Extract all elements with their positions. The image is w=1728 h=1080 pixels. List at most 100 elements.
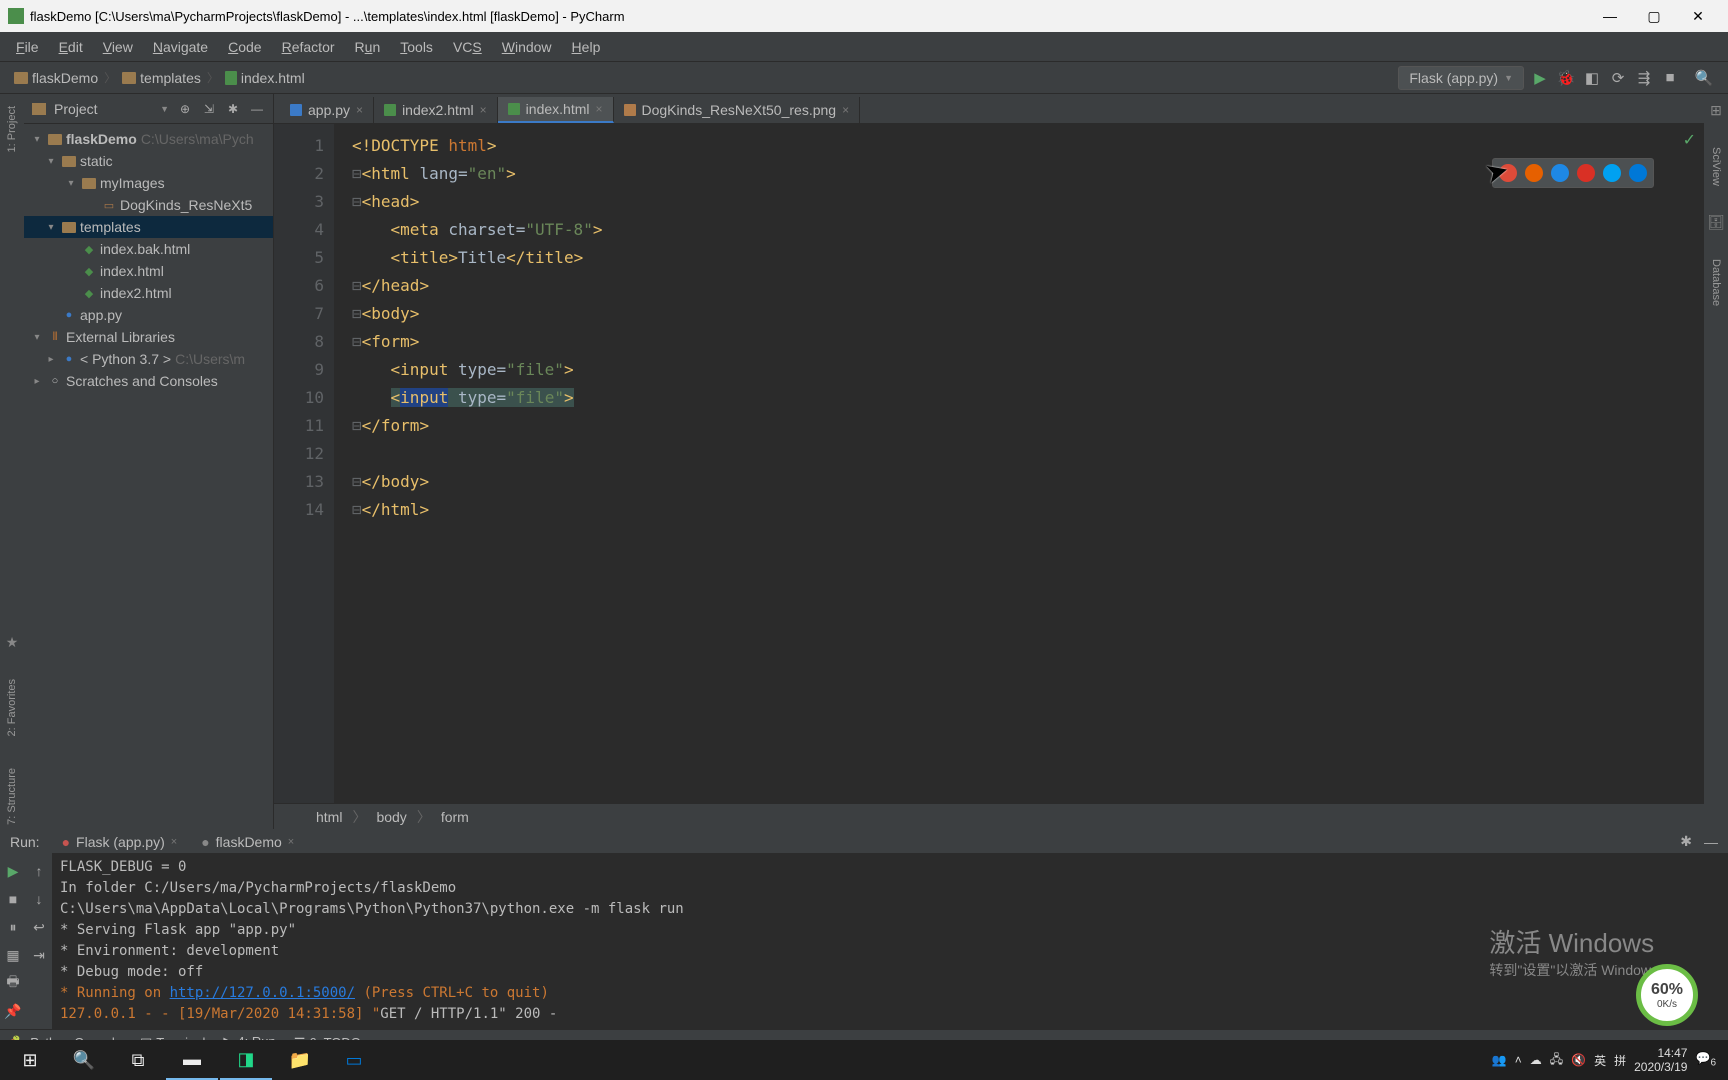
close-button[interactable]: ✕	[1676, 0, 1720, 32]
tree-row[interactable]: ●app.py	[24, 304, 273, 326]
gutter[interactable]: 1234567891011121314	[274, 124, 334, 803]
layout-icon[interactable]: ▦	[3, 947, 23, 964]
scroll-up-icon[interactable]: ↑	[29, 863, 49, 879]
close-icon[interactable]: ×	[842, 103, 849, 117]
close-icon[interactable]: ×	[171, 836, 177, 848]
menu-window[interactable]: Window	[494, 36, 560, 58]
scroll-down-icon[interactable]: ↓	[29, 891, 49, 907]
ie-icon[interactable]	[1603, 164, 1621, 182]
attach-button[interactable]: ⇶	[1634, 68, 1654, 88]
inspection-ok-icon[interactable]: ✓	[1683, 130, 1696, 150]
menu-run[interactable]: Run	[347, 36, 389, 58]
tray-up-icon[interactable]: ˄	[1515, 1053, 1522, 1067]
chevron-down-icon[interactable]: ▼	[160, 104, 169, 114]
tree-row[interactable]: ▸●< Python 3.7 > C:\Users\m	[24, 348, 273, 370]
editor-tab[interactable]: index.html×	[498, 97, 614, 123]
menu-file[interactable]: File	[8, 36, 47, 58]
clock[interactable]: 14:472020/3/19	[1634, 1046, 1687, 1074]
database-icon[interactable]: 🗄	[1707, 214, 1725, 231]
server-url-link[interactable]: http://127.0.0.1:5000/	[170, 985, 355, 1001]
search-button[interactable]: 🔍	[58, 1040, 110, 1080]
menu-edit[interactable]: Edit	[51, 36, 91, 58]
crumb-form[interactable]: form	[441, 809, 469, 825]
start-button[interactable]: ⊞	[4, 1040, 56, 1080]
tree-row[interactable]: ▭DogKinds_ResNeXt5	[24, 194, 273, 216]
close-icon[interactable]: ×	[356, 103, 363, 117]
soft-wrap-icon[interactable]: ↩	[29, 919, 49, 936]
task-view-button[interactable]: ⧉	[112, 1040, 164, 1080]
pause-button[interactable]: ⏸	[3, 919, 23, 936]
locate-icon[interactable]: ⊕	[177, 102, 193, 116]
tree-row[interactable]: ▸○Scratches and Consoles	[24, 370, 273, 392]
tree-row[interactable]: ▾flaskDemo C:\Users\ma\Pych	[24, 128, 273, 150]
debug-button[interactable]: 🐞	[1556, 68, 1576, 88]
menu-vcs[interactable]: VCS	[445, 36, 490, 58]
minimize-button[interactable]: —	[1588, 0, 1632, 32]
menu-tools[interactable]: Tools	[392, 36, 441, 58]
tree-row[interactable]: ▾myImages	[24, 172, 273, 194]
pin-icon[interactable]: 📌	[3, 1003, 23, 1020]
editor-tab[interactable]: index2.html×	[374, 97, 498, 123]
menu-code[interactable]: Code	[220, 36, 269, 58]
stop-button[interactable]: ■	[3, 891, 23, 907]
hide-icon[interactable]: —	[1704, 834, 1718, 850]
ime-indicator[interactable]: 英	[1594, 1052, 1606, 1069]
menu-help[interactable]: Help	[564, 36, 609, 58]
project-tree[interactable]: ▾flaskDemo C:\Users\ma\Pych▾static▾myIma…	[24, 124, 273, 829]
terminal-taskbar-icon[interactable]: ▬	[166, 1040, 218, 1080]
rerun-button[interactable]: ▶	[3, 863, 23, 880]
breadcrumb-file[interactable]: index.html	[225, 70, 305, 86]
close-icon[interactable]: ×	[480, 103, 487, 117]
tool-tab-project[interactable]: 1: Project	[4, 102, 20, 156]
hide-icon[interactable]: —	[249, 102, 265, 116]
gear-icon[interactable]: ✱	[1680, 833, 1692, 850]
crumb-body[interactable]: body	[376, 809, 406, 825]
people-icon[interactable]: 👥	[1492, 1053, 1507, 1067]
project-panel-title[interactable]: Project	[54, 101, 152, 117]
menu-navigate[interactable]: Navigate	[145, 36, 216, 58]
tree-row[interactable]: ◆index2.html	[24, 282, 273, 304]
console-output[interactable]: FLASK_DEBUG = 0In folder C:/Users/ma/Pyc…	[52, 853, 1728, 1029]
onedrive-icon[interactable]: ☁	[1530, 1053, 1542, 1067]
breadcrumb-root[interactable]: flaskDemo	[14, 70, 98, 86]
chrome-icon[interactable]	[1499, 164, 1517, 182]
coverage-button[interactable]: ◧	[1582, 68, 1602, 88]
close-icon[interactable]: ×	[595, 102, 602, 116]
safari-icon[interactable]	[1551, 164, 1569, 182]
tree-row[interactable]: ◆index.html	[24, 260, 273, 282]
menu-view[interactable]: View	[95, 36, 141, 58]
run-tab-flaskdemo[interactable]: ●flaskDemo×	[191, 832, 304, 852]
tool-tab-sciview[interactable]: SciView	[1708, 143, 1724, 190]
print-icon[interactable]: 🖶	[3, 971, 23, 995]
close-icon[interactable]: ×	[288, 836, 294, 848]
crumb-html[interactable]: html	[316, 809, 342, 825]
opera-icon[interactable]	[1577, 164, 1595, 182]
tool-tab-structure[interactable]: 7: Structure	[4, 764, 20, 829]
keyboard-indicator[interactable]: 拼	[1614, 1052, 1626, 1069]
tree-row[interactable]: ▾templates	[24, 216, 273, 238]
collapse-icon[interactable]: ⇲	[201, 102, 217, 116]
run-tab-flask[interactable]: ●Flask (app.py)×	[52, 832, 188, 852]
network-icon[interactable]: 🖧	[1550, 1050, 1563, 1071]
firefox-icon[interactable]	[1525, 164, 1543, 182]
grid-icon[interactable]: ⊞	[1710, 102, 1722, 119]
code-area[interactable]: <!DOCTYPE html> ⊟<html lang="en"> ⊟<head…	[334, 124, 1704, 803]
tree-row[interactable]: ◆index.bak.html	[24, 238, 273, 260]
tree-row[interactable]: ▾⫴External Libraries	[24, 326, 273, 348]
gear-icon[interactable]: ✱	[225, 102, 241, 116]
volume-icon[interactable]: 🔇	[1571, 1053, 1586, 1067]
edge-taskbar-icon[interactable]: ▭	[328, 1040, 380, 1080]
pycharm-taskbar-icon[interactable]: ◨	[220, 1040, 272, 1080]
bookmark-icon[interactable]: ★	[6, 634, 19, 651]
edge-icon[interactable]	[1629, 164, 1647, 182]
editor-tab[interactable]: DogKinds_ResNeXt50_res.png×	[614, 97, 861, 123]
maximize-button[interactable]: ▢	[1632, 0, 1676, 32]
menu-refactor[interactable]: Refactor	[274, 36, 343, 58]
search-everywhere-button[interactable]: 🔍	[1694, 68, 1714, 88]
notification-center[interactable]: 💬6	[1695, 1051, 1716, 1068]
editor-tab[interactable]: app.py×	[280, 97, 374, 123]
stop-button[interactable]: ■	[1660, 68, 1680, 88]
scroll-end-icon[interactable]: ⇥	[29, 947, 49, 964]
run-configuration-selector[interactable]: Flask (app.py)▼	[1398, 66, 1524, 90]
tool-tab-favorites[interactable]: 2: Favorites	[4, 675, 20, 740]
